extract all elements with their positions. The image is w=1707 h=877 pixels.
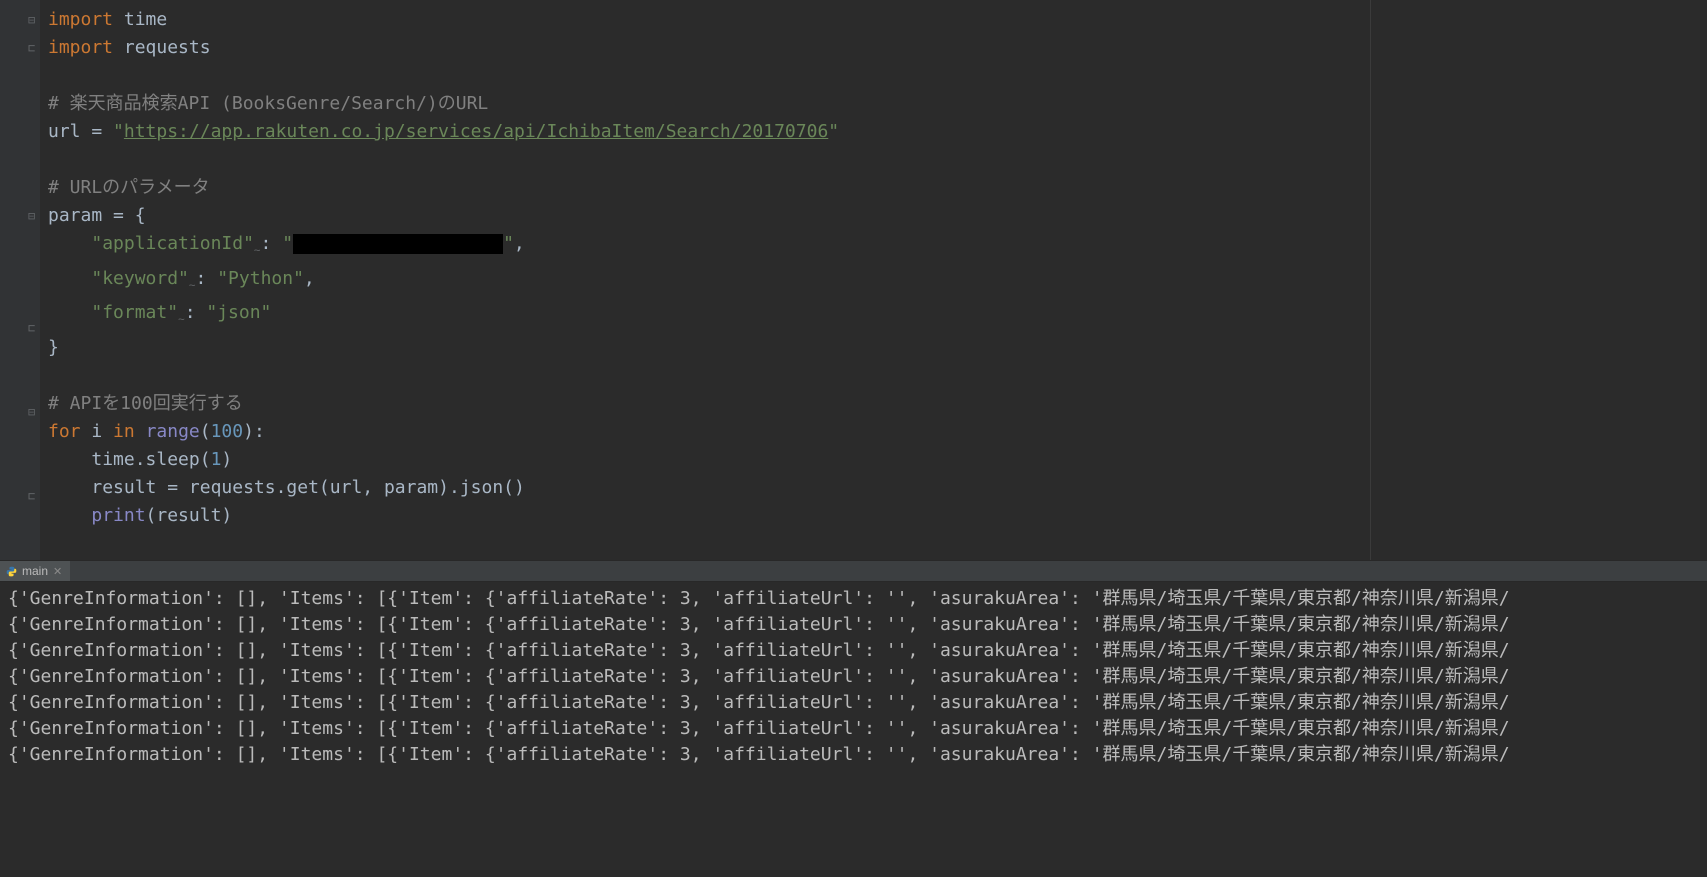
editor-gutter: ⊟⊏⊟⊏⊟⊏	[0, 0, 40, 560]
code-line[interactable]: "format"~: "json"	[48, 299, 1707, 334]
code-editor[interactable]: ⊟⊏⊟⊏⊟⊏ import timeimport requests # 楽天商品…	[0, 0, 1707, 560]
code-line[interactable]: "applicationId"~: "",	[48, 230, 1707, 265]
code-line[interactable]: import time	[48, 6, 1707, 34]
code-line[interactable]: time.sleep(1)	[48, 446, 1707, 474]
python-file-icon	[6, 566, 17, 577]
code-line[interactable]: result = requests.get(url, param).json()	[48, 474, 1707, 502]
code-area[interactable]: import timeimport requests # 楽天商品検索API (…	[40, 0, 1707, 560]
code-line[interactable]	[48, 146, 1707, 174]
run-tool-tab-bar: main ✕	[0, 560, 1707, 582]
fold-toggle-icon[interactable]: ⊟	[28, 398, 35, 426]
code-line[interactable]: url = "https://app.rakuten.co.jp/service…	[48, 118, 1707, 146]
code-line[interactable]	[48, 530, 1707, 558]
run-console-output[interactable]: {'GenreInformation': [], 'Items': [{'Ite…	[0, 582, 1707, 877]
code-line[interactable]: "keyword"~: "Python",	[48, 265, 1707, 300]
code-line[interactable]: import requests	[48, 34, 1707, 62]
code-line[interactable]: print(result)	[48, 502, 1707, 530]
fold-toggle-icon[interactable]: ⊏	[28, 34, 35, 62]
fold-toggle-icon[interactable]: ⊏	[28, 314, 35, 342]
run-tab-main[interactable]: main ✕	[0, 561, 70, 581]
run-tab-label: main	[22, 564, 48, 578]
code-line[interactable]: # APIを100回実行する	[48, 390, 1707, 418]
code-line[interactable]: # 楽天商品検索API (BooksGenre/Search/)のURL	[48, 90, 1707, 118]
code-line[interactable]: # URLのパラメータ	[48, 174, 1707, 202]
code-line[interactable]	[48, 62, 1707, 90]
code-line[interactable]: param = {	[48, 202, 1707, 230]
code-line[interactable]	[48, 362, 1707, 390]
right-margin-guide	[1370, 0, 1371, 560]
close-icon[interactable]: ✕	[53, 565, 62, 578]
code-line[interactable]: for i in range(100):	[48, 418, 1707, 446]
fold-toggle-icon[interactable]: ⊏	[28, 482, 35, 510]
fold-toggle-icon[interactable]: ⊟	[28, 6, 35, 34]
code-line[interactable]: }	[48, 334, 1707, 362]
fold-toggle-icon[interactable]: ⊟	[28, 202, 35, 230]
